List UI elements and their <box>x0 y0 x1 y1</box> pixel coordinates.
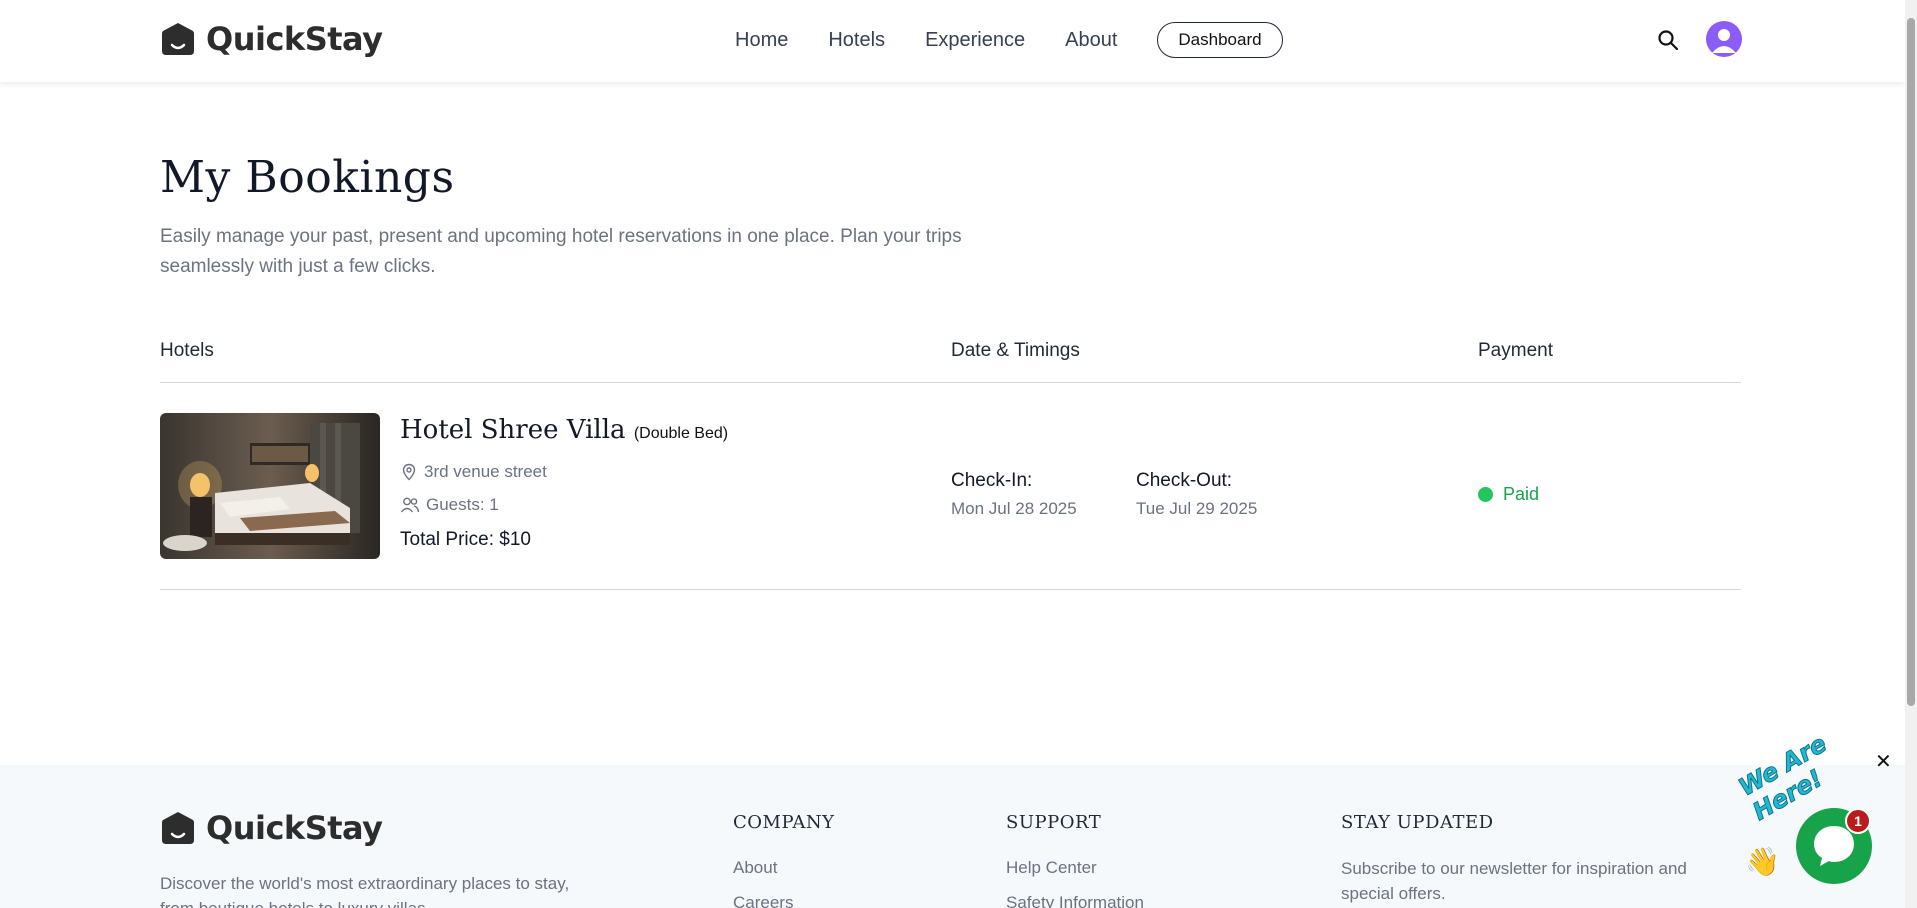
brand-logo[interactable]: QuickStay <box>160 20 383 58</box>
footer-brand-logo[interactable]: QuickStay <box>160 809 383 847</box>
total-price: Total Price: $10 <box>400 529 531 550</box>
hotel-room-image[interactable] <box>160 413 380 559</box>
check-in-label: Check-In: <box>951 470 1033 491</box>
newsletter-text: Subscribe to our newsletter for inspirat… <box>1341 859 1687 903</box>
footer-description: Discover the world's most extraordinary … <box>160 874 570 908</box>
column-header-payment: Payment <box>1478 340 1553 361</box>
column-header-dates: Date & Timings <box>951 340 1080 361</box>
nav-hotels[interactable]: Hotels <box>828 29 885 52</box>
nav-home[interactable]: Home <box>735 29 788 52</box>
footer-heading-support: SUPPORT <box>1006 812 1102 833</box>
guests-text: Guests: 1 <box>426 495 499 514</box>
footer-brand-name: QuickStay <box>206 809 383 847</box>
room-type: (Double Bed) <box>633 425 729 442</box>
chat-notification-badge: 1 <box>1845 808 1871 834</box>
nav-experience[interactable]: Experience <box>925 29 1025 52</box>
page-scrollbar[interactable] <box>1905 0 1917 908</box>
payment-status-text: Paid <box>1503 484 1540 504</box>
footer-link-help-center[interactable]: Help Center <box>1006 858 1097 878</box>
user-avatar[interactable] <box>1706 21 1742 57</box>
top-navbar: QuickStay Home Hotels Experience About D… <box>0 0 1905 82</box>
main-nav: Home Hotels Experience About Dashboard <box>735 22 1283 58</box>
row-divider <box>160 589 1741 590</box>
nav-about[interactable]: About <box>1065 29 1117 52</box>
hotel-name[interactable]: Hotel Shree Villa (Double Bed) <box>400 415 728 445</box>
brand-name: QuickStay <box>206 20 383 58</box>
hotel-address: 3rd venue street <box>400 462 547 482</box>
user-icon <box>1712 29 1736 53</box>
column-header-hotels: Hotels <box>160 340 214 361</box>
footer-logo-icon <box>162 812 194 844</box>
guests-icon <box>400 497 420 513</box>
logo-icon <box>162 23 194 55</box>
dashboard-button[interactable]: Dashboard <box>1157 22 1283 58</box>
location-pin-icon <box>402 463 416 481</box>
check-out-label: Check-Out: <box>1136 470 1233 491</box>
footer-heading-newsletter: STAY UPDATED <box>1341 812 1494 833</box>
footer-link-safety-information[interactable]: Safety Information <box>1006 893 1144 908</box>
hotel-name-text: Hotel Shree Villa <box>400 415 626 445</box>
status-dot-icon <box>1478 487 1493 502</box>
page-title: My Bookings <box>160 152 455 203</box>
address-text: 3rd venue street <box>424 462 547 481</box>
payment-status: Paid <box>1478 484 1539 505</box>
footer-heading-company: COMPANY <box>733 812 835 833</box>
scrollbar-thumb[interactable] <box>1907 18 1915 706</box>
page-subtitle: Easily manage your past, present and upc… <box>160 226 962 277</box>
hotel-room-illustration <box>160 413 380 559</box>
check-out-date: Tue Jul 29 2025 <box>1136 499 1258 518</box>
waving-hand-icon: 👋 <box>1745 846 1780 877</box>
check-in-date: Mon Jul 28 2025 <box>951 499 1077 518</box>
header-divider <box>160 382 1741 383</box>
search-icon[interactable] <box>1656 28 1680 52</box>
footer-link-careers[interactable]: Careers <box>733 893 793 908</box>
guest-count: Guests: 1 <box>400 495 499 515</box>
footer-link-about[interactable]: About <box>733 858 777 878</box>
